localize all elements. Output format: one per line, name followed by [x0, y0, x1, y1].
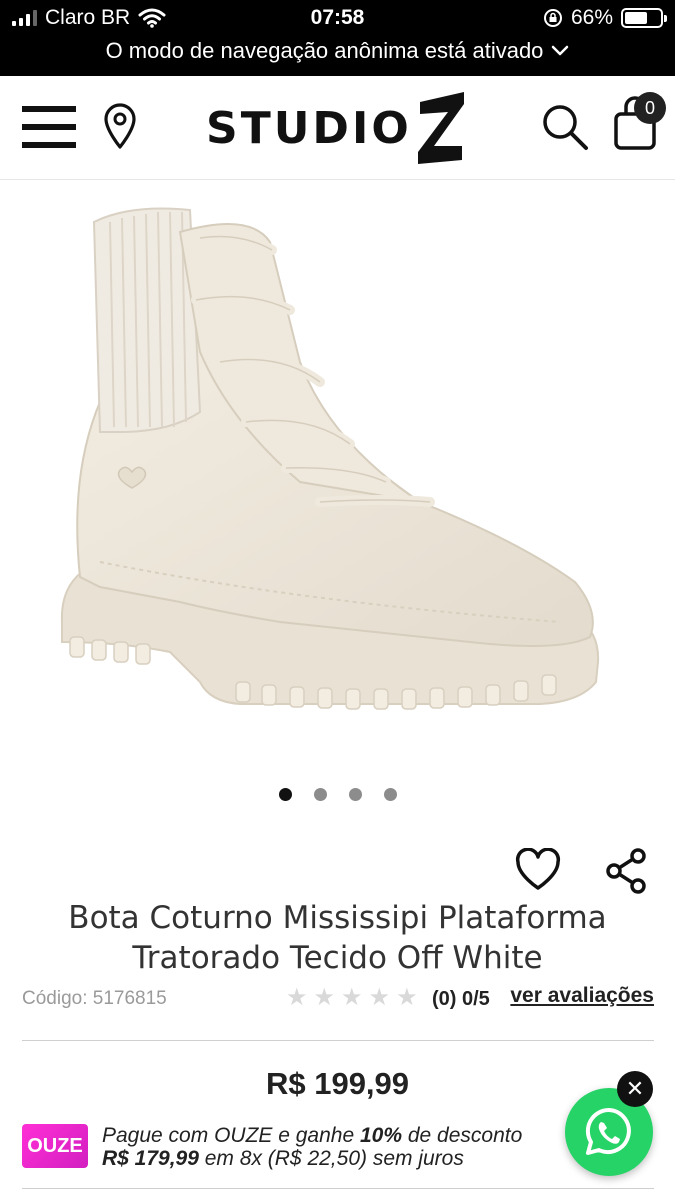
product-title: Bota Coturno Mississipi Plataforma Trato… — [68, 900, 607, 976]
star-icon[interactable]: ★ — [369, 984, 391, 1012]
gallery-dot[interactable] — [348, 788, 362, 801]
battery-info: 66% — [543, 6, 667, 30]
divider — [22, 1040, 654, 1041]
rating-stars[interactable]: ★ ★ ★ ★ ★ — [286, 984, 418, 1012]
battery-percent: 66% — [570, 6, 613, 29]
product-meta: Código: 5176815 ★ ★ ★ ★ ★ (0) 0/5 ver avalia… — [22, 982, 654, 1016]
product-image[interactable] — [0, 182, 675, 762]
gallery-dot[interactable] — [313, 788, 327, 801]
star-icon[interactable]: ★ — [341, 984, 363, 1012]
heart-icon[interactable] — [514, 848, 562, 892]
ouze-price: R$ 179,99 — [102, 1147, 199, 1170]
battery-icon — [621, 8, 667, 28]
ouze-line1-end: de desconto — [402, 1124, 523, 1147]
site-header: STUDIO — [0, 76, 675, 180]
ouze-discount: 10% — [359, 1124, 403, 1147]
whatsapp-icon — [585, 1107, 631, 1155]
ouze-promo: Pague com OUZE e ganhe 10% de desconto R… — [102, 1124, 572, 1170]
rating-count: (0) 0/5 — [432, 988, 490, 1010]
gallery-dot[interactable] — [278, 788, 292, 801]
incognito-banner[interactable]: O modo de navegação anônima está ativado — [0, 38, 675, 64]
logo-z-mark — [417, 92, 464, 164]
logo-text: STUDIO — [206, 102, 412, 154]
hamburger-menu-icon[interactable] — [22, 106, 76, 148]
search-icon[interactable] — [540, 102, 590, 152]
incognito-text: O modo de navegação anônima está ativado — [105, 38, 544, 63]
status-bar: Claro BR 07:58 66% O modo de navegação a… — [0, 0, 675, 76]
product-code: Código: 5176815 — [22, 988, 167, 1009]
divider-bottom — [22, 1188, 654, 1189]
star-icon[interactable]: ★ — [396, 984, 418, 1012]
star-icon[interactable]: ★ — [314, 984, 336, 1012]
share-icon[interactable] — [604, 848, 648, 894]
star-icon[interactable]: ★ — [286, 984, 308, 1012]
orientation-lock-icon — [543, 9, 562, 27]
ouze-logo-text: OUZE — [27, 1134, 83, 1157]
cart-count-badge[interactable]: 0 — [634, 92, 666, 124]
reviews-link[interactable]: ver avaliações — [510, 984, 654, 1008]
ouze-promo-line1: Pague com OUZE e ganhe 10% de desconto — [102, 1124, 572, 1147]
product-price: R$ 199,99 — [265, 1066, 410, 1101]
ouze-installments: em 8x (R$ 22,50) sem juros — [198, 1147, 464, 1170]
studio-z-logo[interactable]: STUDIO — [206, 90, 468, 166]
gallery-dot[interactable] — [383, 788, 397, 801]
gallery-dots — [0, 788, 675, 801]
chevron-down-icon — [552, 45, 569, 56]
close-whatsapp-button[interactable]: ✕ — [617, 1071, 653, 1107]
ouze-line1-text: Pague com OUZE e ganhe — [102, 1124, 360, 1147]
ouze-promo-line2: R$ 179,99 em 8x (R$ 22,50) sem juros — [102, 1147, 572, 1170]
location-pin-icon[interactable] — [102, 102, 138, 150]
ouze-logo: OUZE — [22, 1124, 88, 1168]
